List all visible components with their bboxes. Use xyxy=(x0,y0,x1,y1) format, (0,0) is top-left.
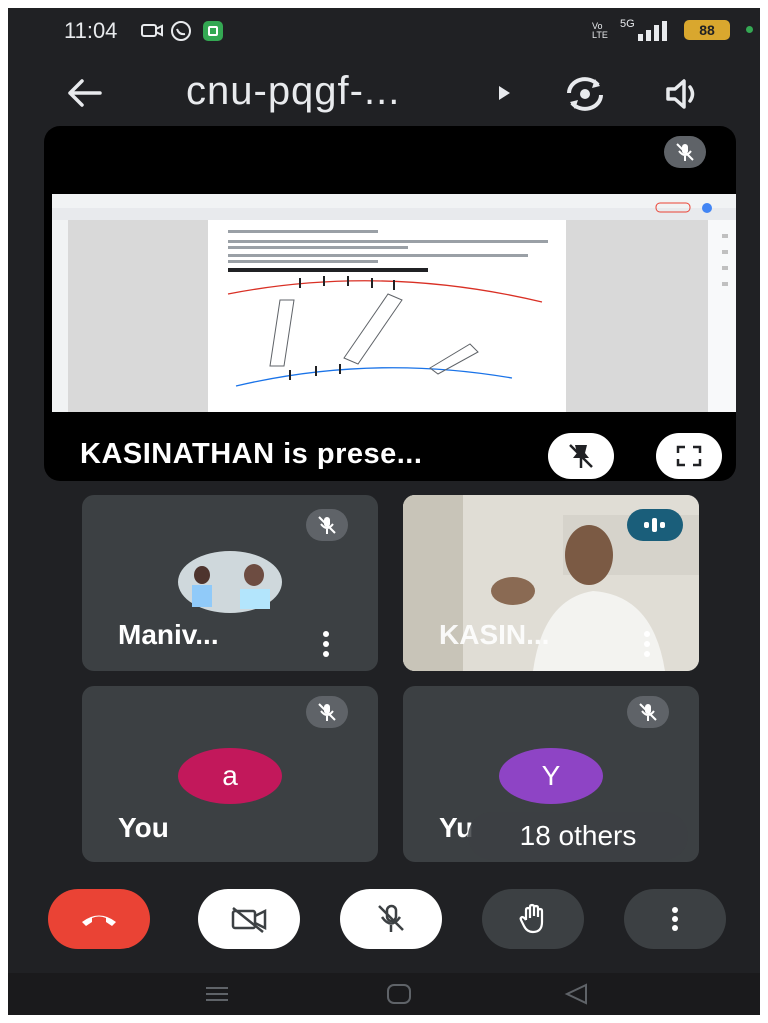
participant-avatar-photo xyxy=(178,551,282,613)
mic-off-icon xyxy=(639,703,657,721)
presentation-tile[interactable]: KASINATHAN is prese... xyxy=(44,126,736,481)
participant-avatar: Y xyxy=(499,748,603,804)
participant-video-tile[interactable]: KASIN... xyxy=(403,495,699,671)
others-count-pill[interactable]: 18 others xyxy=(468,812,688,860)
self-name: You xyxy=(118,812,169,843)
avatar-letter: a xyxy=(222,760,238,791)
speaking-indicator xyxy=(627,509,683,541)
fullscreen-icon xyxy=(676,445,702,467)
raise-hand-icon xyxy=(519,903,544,934)
mic-off-icon xyxy=(318,516,336,534)
video-off-icon xyxy=(231,907,267,933)
meet-screen: 11:04 Vo LTE 5G 88 cnu-pqgf-... KASINATH… xyxy=(8,8,760,1015)
mic-toggle-button[interactable] xyxy=(340,889,442,949)
participant-mic-muted xyxy=(627,696,669,728)
participant-more-button[interactable] xyxy=(323,631,329,657)
pin-off-icon xyxy=(569,444,593,468)
shared-screen-content xyxy=(52,194,736,412)
participant-name: Maniv... xyxy=(118,619,219,650)
shared-document-image xyxy=(52,194,736,412)
back-arrow-icon[interactable] xyxy=(64,77,102,109)
status-time: 11:04 xyxy=(64,18,118,43)
volte-label: Vo LTE xyxy=(592,21,608,40)
fullscreen-button[interactable] xyxy=(656,433,722,479)
avatar-letter: Y xyxy=(541,760,561,791)
meeting-top-bar: cnu-pqgf-... xyxy=(8,63,760,123)
more-options-button[interactable] xyxy=(624,889,726,949)
mic-off-icon xyxy=(676,143,694,161)
participant-more-button[interactable] xyxy=(644,631,650,657)
recents-icon[interactable] xyxy=(204,985,230,1003)
end-call-button[interactable] xyxy=(48,889,150,949)
raise-hand-button[interactable] xyxy=(482,889,584,949)
more-vertical-icon xyxy=(672,907,678,931)
system-nav-bar xyxy=(8,973,760,1015)
network-label: 5G xyxy=(620,18,635,30)
mic-off-icon xyxy=(378,904,404,932)
switch-camera-icon[interactable] xyxy=(562,73,608,115)
app-notification-icon xyxy=(203,21,223,41)
privacy-dot xyxy=(746,26,753,33)
presenter-mic-muted xyxy=(664,136,706,168)
battery-level: 88 xyxy=(699,22,715,38)
home-icon[interactable] xyxy=(386,983,412,1005)
self-tile[interactable]: a You xyxy=(82,686,378,862)
mic-off-icon xyxy=(318,703,336,721)
others-count: 18 others xyxy=(519,820,637,851)
expand-info-icon[interactable] xyxy=(497,85,511,101)
whatsapp-icon xyxy=(171,21,191,41)
signal-icon xyxy=(638,21,667,41)
audio-level-icon xyxy=(644,518,665,532)
unpin-button[interactable] xyxy=(548,433,614,479)
participant-name: KASIN... xyxy=(439,619,550,650)
self-mic-muted xyxy=(306,696,348,728)
phone-hangup-icon xyxy=(82,915,116,926)
battery-indicator: 88 xyxy=(684,20,730,40)
meeting-code[interactable]: cnu-pqgf-... xyxy=(186,69,400,114)
status-bar: 11:04 Vo LTE 5G 88 xyxy=(8,8,760,52)
presenting-label: KASINATHAN is prese... xyxy=(80,438,423,470)
speaker-icon[interactable] xyxy=(664,77,704,111)
participant-mic-muted xyxy=(306,509,348,541)
back-nav-icon[interactable] xyxy=(564,983,588,1005)
participant-tile[interactable]: Maniv... xyxy=(82,495,378,671)
self-avatar: a xyxy=(178,748,282,804)
camera-status-icon xyxy=(141,24,163,37)
camera-toggle-button[interactable] xyxy=(198,889,300,949)
